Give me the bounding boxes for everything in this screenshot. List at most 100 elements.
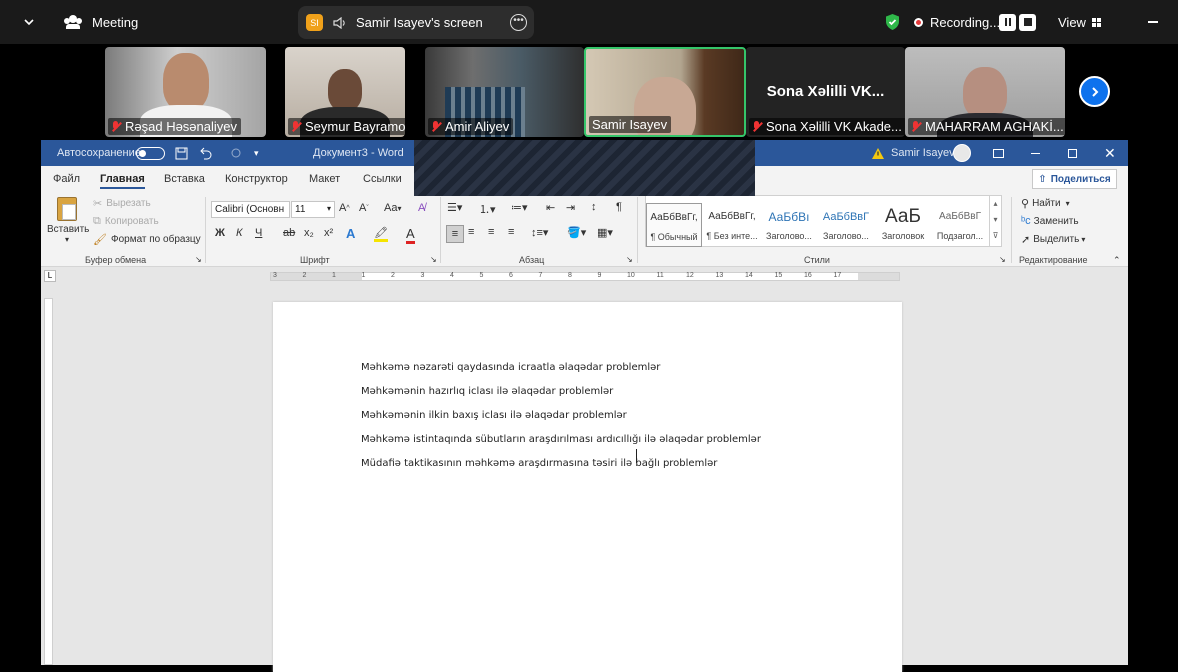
tab-home[interactable]: Главная [100,173,145,189]
stop-recording-button[interactable] [1019,0,1036,44]
ribbon-display-options-icon[interactable] [993,140,1004,166]
style-title[interactable]: АаБ Заголовок [875,203,931,247]
ruler-scale[interactable]: 3 2 1 1 2 3 4 5 6 7 8 9 10 11 12 13 14 15 16 17 [270,272,900,281]
shrink-font-icon[interactable]: Aˇ [359,202,369,214]
paragraph[interactable]: Məhkəmənin hazırlıq iclası ilə əlaqədar … [361,386,613,397]
meeting-menu[interactable]: Meeting [64,0,138,44]
screen-share-pill[interactable]: SI Samir Isayev's screen ••• [298,6,534,39]
autosave-toggle[interactable] [136,140,165,166]
line-spacing-icon[interactable]: ↕≡▾ [531,226,548,239]
sort-icon[interactable]: ↕ [591,201,597,213]
signed-in-user[interactable]: Samir Isayev [891,140,955,166]
highlight-color-icon[interactable]: 🖍 [374,226,388,242]
tab-selector[interactable]: L [44,270,56,282]
cut-button[interactable]: ✂ Вырезать [93,197,151,210]
paragraph[interactable]: Məhkəmə istintaqında sübutların araşdırı… [361,434,761,445]
participant-tile[interactable]: MAHARRAM AGHAKİ... [905,47,1065,137]
decrease-indent-icon[interactable]: ⇤ [546,201,555,214]
word-window: Автосохранение ▾ Документ3 - Word Samir … [41,140,1128,672]
user-avatar[interactable] [953,140,971,166]
align-left-icon[interactable]: ≡ [446,225,464,243]
dialog-launcher-icon[interactable]: ↘ [999,255,1006,264]
replace-button[interactable]: ᵇc Заменить [1021,215,1079,227]
show-marks-icon[interactable]: ¶ [616,201,622,213]
subscript-button[interactable]: x₂ [304,227,314,239]
style-heading-2[interactable]: АаБбВвГ Заголово... [818,203,874,247]
paragraph[interactable]: Məhkəmənin ilkin baxış iclası ilə əlaqəd… [361,410,627,421]
paste-button[interactable]: Вставить ▾ [47,195,89,249]
participant-tile[interactable]: Rəşad Həsənaliyev [105,47,266,137]
dialog-launcher-icon[interactable]: ↘ [195,255,202,264]
participant-tile-active[interactable]: Samir Isayev [584,47,746,137]
italic-button[interactable]: К [236,227,242,239]
collapse-ribbon-icon[interactable]: ⌃ [1113,255,1121,266]
bullets-icon[interactable]: ☰▾ [447,201,462,214]
format-painter-button[interactable]: 🖌 Формат по образцу [93,233,201,246]
style-subtitle[interactable]: АаБбВвГ Подзагол... [932,203,988,247]
underline-button[interactable]: Ч [255,227,262,239]
participant-tile[interactable]: Amir Aliyev [425,47,584,137]
styles-scroll[interactable]: ▴ ▾ ⊽ [989,196,1001,246]
text-effects-icon[interactable]: A [346,226,355,241]
more-options-icon[interactable]: ••• [510,14,527,31]
chevron-down-icon[interactable] [22,0,36,44]
dialog-launcher-icon[interactable]: ↘ [626,255,633,264]
share-button[interactable]: ⇧ Поделиться [1032,169,1117,189]
participants-icon [64,15,82,29]
paragraph[interactable]: Məhkəmə nəzarəti qaydasında icraatla əla… [361,362,660,373]
strikethrough-button[interactable]: ab [283,227,295,239]
minimize-window-icon[interactable] [1148,0,1158,44]
participant-name: Sona Xəlilli VK Akade... [749,118,905,135]
change-case-button[interactable]: Aa ▾ [384,202,401,214]
copy-button[interactable]: ⧉ Копировать [93,215,159,228]
align-right-icon[interactable]: ≡ [488,226,494,238]
tab-references[interactable]: Ссылки [363,173,402,185]
shading-icon[interactable]: 🪣▾ [567,226,586,239]
pause-recording-button[interactable] [999,0,1016,44]
borders-icon[interactable]: ▦▾ [597,226,613,239]
participant-tile[interactable]: Seymur Bayramov [285,47,405,137]
find-button[interactable]: ⚲ Найти ▾ [1021,197,1070,210]
font-name-select[interactable]: Calibri (Основн [211,201,290,218]
ruler-number: 5 [479,272,484,279]
restore-icon[interactable] [1068,140,1077,166]
paragraph-group-label: Абзац [519,255,545,265]
style-heading-1[interactable]: АаБбВı Заголово... [761,203,817,247]
font-color-icon[interactable]: A [406,226,415,244]
view-button[interactable]: View [1058,0,1101,44]
superscript-button[interactable]: x² [324,227,333,239]
grow-font-icon[interactable]: A ^ [339,202,350,214]
tab-file[interactable]: Файл [53,173,80,185]
style-no-spacing[interactable]: АаБбВвГг, ¶ Без инте... [704,203,760,247]
stop-icon [1019,13,1036,31]
ruler-number: 16 [804,272,812,279]
paragraph[interactable]: Müdafiə taktikasının məhkəmə araşdırması… [361,458,717,469]
style-normal[interactable]: АаБбВвГг, ¶ Обычный [646,203,702,247]
bold-button[interactable]: Ж [215,227,225,239]
quick-access-more-icon[interactable]: ▾ [254,140,259,166]
tab-design[interactable]: Конструктор [225,173,288,185]
document-page[interactable]: Məhkəmə nəzarəti qaydasında icraatla əla… [273,302,902,672]
font-size-select[interactable]: 11 ▾ [291,201,335,218]
redo-icon[interactable] [230,140,242,166]
next-page-arrow-icon[interactable] [1079,76,1110,107]
tab-insert[interactable]: Вставка [164,173,205,185]
horizontal-ruler: L 3 2 1 1 2 3 4 5 6 7 8 9 10 11 12 13 14 15 16 17 [41,268,1128,284]
clear-formatting-icon[interactable]: A̸ [418,202,425,214]
undo-icon[interactable] [199,140,212,166]
justify-icon[interactable]: ≡ [508,226,514,238]
participant-name: MAHARRAM AGHAKİ... [908,118,1065,135]
close-icon[interactable]: ✕ [1104,140,1116,166]
multilevel-list-icon[interactable]: ≔▾ [511,201,528,214]
select-button[interactable]: ➚ Выделить ▾ [1021,233,1085,246]
share-title: Samir Isayev's screen [356,15,483,30]
minimize-icon[interactable] [1031,140,1040,166]
tab-layout[interactable]: Макет [309,173,340,185]
security-shield-icon[interactable] [884,0,901,44]
numbering-icon[interactable]: ⒈▾ [479,201,496,217]
save-icon[interactable] [175,140,188,166]
align-center-icon[interactable]: ≡ [468,226,474,238]
increase-indent-icon[interactable]: ⇥ [566,201,575,214]
participant-tile[interactable]: Sona Xəlilli VK... Sona Xəlilli VK Akade… [746,47,905,137]
dialog-launcher-icon[interactable]: ↘ [430,255,437,264]
